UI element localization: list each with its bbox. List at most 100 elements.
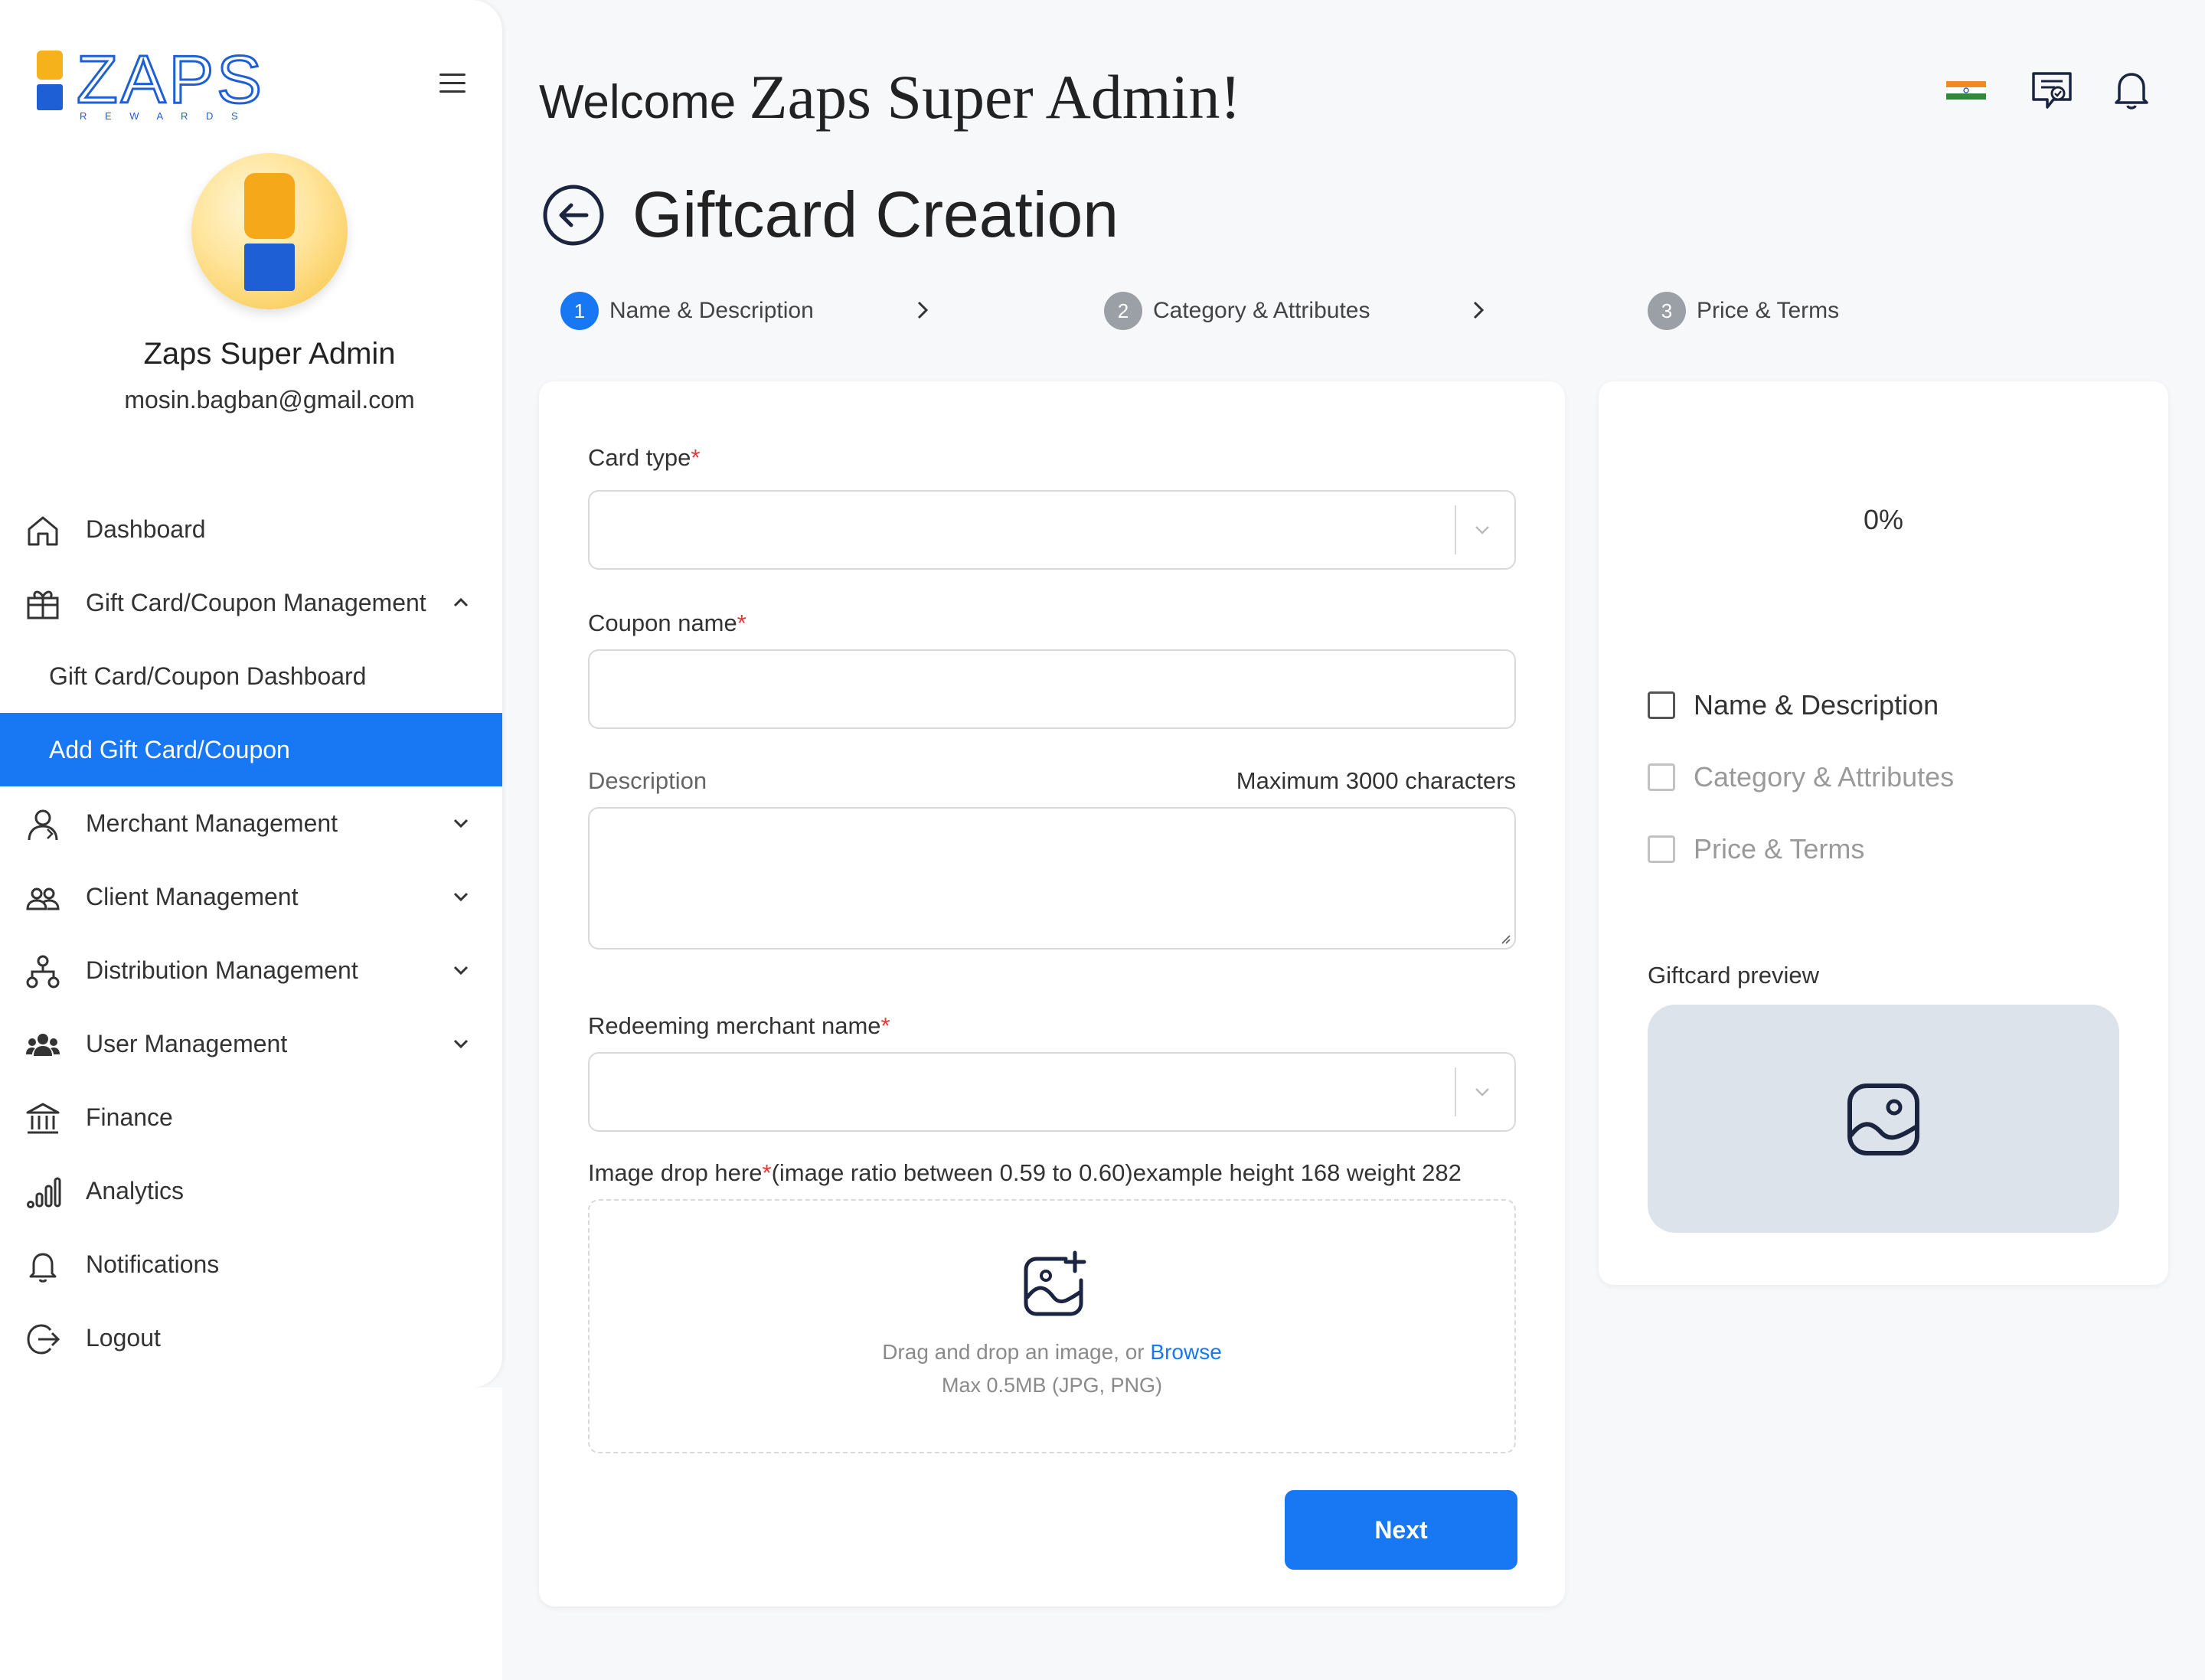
step-label: Name & Description bbox=[609, 298, 814, 323]
hamburger-line bbox=[439, 90, 466, 93]
step-price-terms[interactable]: 3 Price & Terms bbox=[1648, 291, 1839, 331]
chevron-right-icon bbox=[1473, 301, 1485, 319]
back-button[interactable] bbox=[542, 184, 605, 247]
card-type-label-text: Card type bbox=[588, 444, 691, 471]
sidebar-item-analytics[interactable]: Analytics bbox=[0, 1154, 502, 1227]
checklist-category-attributes[interactable]: Category & Attributes bbox=[1648, 758, 1954, 796]
giftcard-form: Card type* Coupon name* Description Maxi… bbox=[539, 381, 1565, 1606]
sidebar-item-merchant-management[interactable]: Merchant Management bbox=[0, 786, 502, 860]
chevron-down-icon[interactable] bbox=[452, 961, 470, 979]
sidebar-item-label: Gift Card/Coupon Management bbox=[86, 588, 426, 616]
step-number: 2 bbox=[1104, 292, 1142, 330]
chevron-right-icon bbox=[917, 301, 929, 319]
india-flag-icon[interactable] bbox=[1943, 67, 1989, 113]
step-name-description[interactable]: 1 Name & Description bbox=[560, 291, 814, 331]
bank-icon bbox=[26, 1103, 60, 1134]
image-dropzone[interactable]: Drag and drop an image, or Browse Max 0.… bbox=[588, 1199, 1516, 1453]
welcome-prefix: Welcome bbox=[539, 76, 737, 129]
image-placeholder-icon bbox=[1847, 1084, 1919, 1155]
sidebar-item-label: Analytics bbox=[86, 1176, 185, 1204]
redeeming-merchant-label: Redeeming merchant name* bbox=[588, 1012, 890, 1040]
page-title: Giftcard Creation bbox=[632, 178, 1119, 250]
chevron-up-icon[interactable] bbox=[452, 593, 470, 612]
group-icon bbox=[26, 1034, 60, 1056]
sidebar-item-gift-card-management[interactable]: Gift Card/Coupon Management bbox=[0, 566, 502, 639]
chevron-down-icon[interactable] bbox=[452, 814, 470, 832]
dropzone-instructions: Drag and drop an image, or Browse bbox=[590, 1340, 1514, 1365]
giftcard-preview-label: Giftcard preview bbox=[1648, 962, 1819, 989]
description-textarea[interactable] bbox=[588, 807, 1516, 949]
welcome-heading: Welcome Zaps Super Admin! bbox=[539, 61, 1241, 133]
checkbox[interactable] bbox=[1648, 691, 1675, 719]
hierarchy-icon bbox=[26, 955, 60, 989]
sidebar-item-label: Merchant Management bbox=[86, 809, 338, 837]
step-label: Category & Attributes bbox=[1153, 298, 1370, 323]
bar-chart-icon bbox=[27, 1177, 61, 1208]
welcome-user-name: Zaps Super Admin! bbox=[749, 62, 1241, 132]
description-label: Description bbox=[588, 767, 707, 794]
step-category-attributes[interactable]: 2 Category & Attributes bbox=[1104, 291, 1370, 331]
chevron-down-icon[interactable] bbox=[1472, 519, 1493, 541]
required-marker: * bbox=[880, 1012, 890, 1039]
checkbox[interactable] bbox=[1648, 835, 1675, 863]
sidebar-subitem-add-gift-card[interactable]: Add Gift Card/Coupon bbox=[0, 713, 502, 786]
sidebar-item-label: Finance bbox=[86, 1103, 173, 1131]
chevron-down-icon[interactable] bbox=[1472, 1081, 1493, 1103]
coupon-name-input[interactable] bbox=[588, 649, 1516, 729]
resize-handle-icon[interactable] bbox=[1498, 931, 1511, 945]
step-label: Price & Terms bbox=[1697, 298, 1840, 323]
step-number: 3 bbox=[1648, 292, 1686, 330]
verified-message-icon[interactable] bbox=[2029, 67, 2075, 113]
dropzone-hint: Max 0.5MB (JPG, PNG) bbox=[941, 1374, 1163, 1397]
sidebar-nav: Dashboard Gift Card/Coupon Management Gi… bbox=[0, 492, 502, 1374]
sidebar-subitem-label: Gift Card/Coupon Dashboard bbox=[49, 662, 367, 690]
sidebar-lower-panel bbox=[0, 1387, 502, 1680]
select-separator bbox=[1455, 1067, 1456, 1116]
select-separator bbox=[1455, 505, 1456, 554]
giftcard-preview bbox=[1648, 1005, 2119, 1233]
sidebar-subitem-label: Add Gift Card/Coupon bbox=[49, 735, 290, 763]
add-image-icon bbox=[1024, 1250, 1086, 1316]
zaps-logo[interactable]: ZAPS R E W A R D S bbox=[34, 44, 286, 121]
card-type-select[interactable] bbox=[588, 490, 1516, 570]
home-icon bbox=[28, 516, 58, 546]
merchant-icon bbox=[28, 809, 58, 841]
sidebar-item-finance[interactable]: Finance bbox=[0, 1080, 502, 1154]
checklist-price-terms[interactable]: Price & Terms bbox=[1648, 830, 1864, 868]
sidebar-item-label: Client Management bbox=[86, 882, 299, 910]
profile-name: Zaps Super Admin bbox=[143, 337, 396, 371]
sidebar-item-client-management[interactable]: Client Management bbox=[0, 860, 502, 933]
required-marker: * bbox=[737, 610, 746, 636]
step-number: 1 bbox=[560, 292, 599, 330]
sidebar-item-distribution-management[interactable]: Distribution Management bbox=[0, 933, 502, 1007]
sidebar-item-user-management[interactable]: User Management bbox=[0, 1007, 502, 1080]
redeeming-merchant-select[interactable] bbox=[588, 1052, 1516, 1132]
progress-percent: 0% bbox=[1863, 504, 1904, 535]
chevron-down-icon[interactable] bbox=[452, 887, 470, 906]
coupon-name-label: Coupon name* bbox=[588, 610, 746, 637]
hamburger-line bbox=[439, 74, 466, 76]
sidebar-item-label: User Management bbox=[86, 1029, 288, 1057]
menu-toggle-button[interactable] bbox=[439, 74, 466, 100]
sidebar-item-notifications[interactable]: Notifications bbox=[0, 1227, 502, 1301]
chevron-down-icon[interactable] bbox=[452, 1034, 470, 1053]
required-marker: * bbox=[691, 444, 701, 471]
sidebar-item-dashboard[interactable]: Dashboard bbox=[0, 492, 502, 566]
image-ratio-note: (image ratio between 0.59 to 0.60)exampl… bbox=[771, 1159, 1462, 1186]
profile-email: mosin.bagban@gmail.com bbox=[124, 386, 415, 413]
avatar[interactable] bbox=[191, 153, 348, 309]
image-drop-label-text: Image drop here bbox=[588, 1159, 763, 1186]
browse-link[interactable]: Browse bbox=[1150, 1340, 1221, 1364]
svg-text:R E W A R D S: R E W A R D S bbox=[80, 110, 246, 121]
description-limit-text: Maximum 3000 characters bbox=[1236, 767, 1516, 794]
checkbox[interactable] bbox=[1648, 763, 1675, 791]
sidebar-item-label: Notifications bbox=[86, 1250, 220, 1278]
sidebar-subitem-gift-card-dashboard[interactable]: Gift Card/Coupon Dashboard bbox=[0, 639, 502, 713]
checklist-label: Category & Attributes bbox=[1694, 761, 1955, 793]
sidebar-item-logout[interactable]: Logout bbox=[0, 1301, 502, 1374]
checklist-name-description[interactable]: Name & Description bbox=[1648, 686, 1939, 724]
next-button[interactable]: Next bbox=[1285, 1490, 1517, 1570]
avatar-logo-icon bbox=[244, 173, 295, 291]
notification-bell-icon[interactable] bbox=[2109, 67, 2154, 113]
required-marker: * bbox=[762, 1159, 772, 1186]
